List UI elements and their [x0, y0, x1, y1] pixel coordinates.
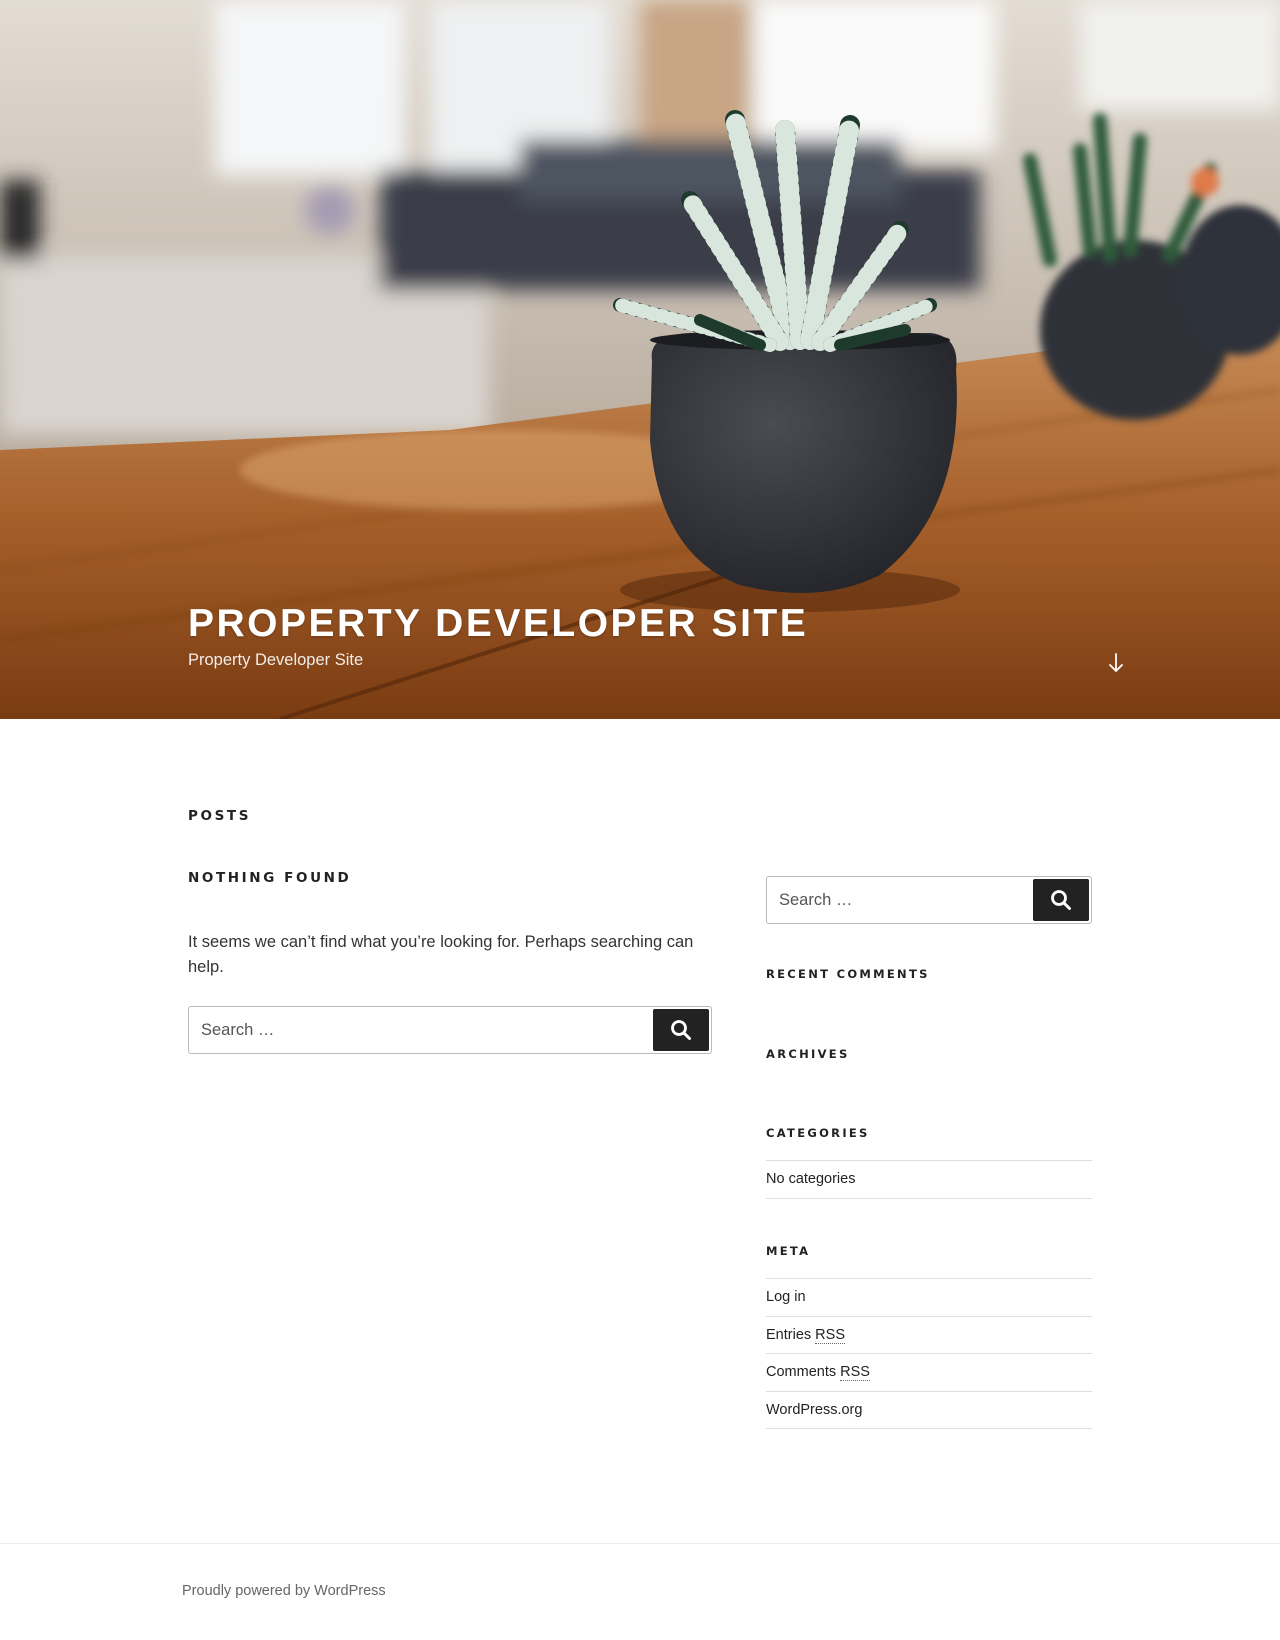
- comments-rss-link[interactable]: Comments RSS: [766, 1364, 870, 1381]
- categories-list: No categories: [766, 1160, 1092, 1199]
- widget-title-recent-comments: RECENT COMMENTS: [766, 967, 930, 981]
- site-header: PROPERTY DEVELOPER SITE Property Develop…: [0, 0, 1280, 719]
- meta-item-log-in: Log in: [766, 1279, 1092, 1317]
- footer-divider: [0, 1543, 1280, 1544]
- main-content: NOTHING FOUND It seems we can’t find wha…: [188, 870, 712, 1054]
- sidebar-search-form: [766, 876, 1092, 924]
- search-icon: [671, 1020, 691, 1040]
- sidebar-search-button[interactable]: [1033, 879, 1089, 921]
- entries-rss-prefix: Entries: [766, 1326, 816, 1343]
- main-search-form: [188, 1006, 712, 1054]
- no-results-message: It seems we can’t find what you’re looki…: [188, 933, 694, 976]
- search-icon: [1051, 890, 1071, 910]
- list-item: No categories: [766, 1161, 1092, 1199]
- entries-rss-link[interactable]: Entries RSS: [766, 1326, 845, 1344]
- widget-title-categories: CATEGORIES: [766, 1126, 870, 1140]
- widget-archives: ARCHIVES: [766, 1047, 850, 1061]
- entry-title: NOTHING FOUND: [188, 870, 352, 886]
- meta-list: Log in Entries RSS Comments RSS WordPres…: [766, 1278, 1092, 1429]
- wordpress-org-link[interactable]: WordPress.org: [766, 1402, 862, 1418]
- rss-abbr: RSS: [815, 1326, 845, 1344]
- widget-recent-comments: RECENT COMMENTS: [766, 967, 930, 981]
- meta-item-entries-rss: Entries RSS: [766, 1317, 1092, 1354]
- rss-abbr: RSS: [840, 1364, 870, 1381]
- page-title: POSTS: [188, 808, 252, 824]
- site-branding: PROPERTY DEVELOPER SITE Property Develop…: [188, 601, 808, 671]
- meta-item-comments-rss: Comments RSS: [766, 1354, 1092, 1392]
- site-footer: Proudly powered by WordPress: [182, 1583, 386, 1599]
- arrow-down-icon: [1109, 653, 1123, 672]
- widget-title-archives: ARCHIVES: [766, 1047, 850, 1061]
- main-search-button[interactable]: [653, 1009, 709, 1051]
- meta-item-wordpress-org: WordPress.org: [766, 1392, 1092, 1429]
- log-in-link[interactable]: Log in: [766, 1289, 806, 1305]
- comments-rss-prefix: Comments: [766, 1364, 841, 1380]
- main-search-input[interactable]: [188, 1006, 712, 1054]
- sidebar: RECENT COMMENTS ARCHIVES CATEGORIES No c…: [766, 876, 1092, 1429]
- widget-categories: CATEGORIES No categories: [766, 1126, 1092, 1199]
- powered-by-link[interactable]: Proudly powered by WordPress: [182, 1583, 386, 1599]
- widget-title-meta: META: [766, 1244, 811, 1258]
- site-title[interactable]: PROPERTY DEVELOPER SITE: [188, 601, 808, 647]
- widget-meta: META Log in Entries RSS Comments RSS Wor…: [766, 1244, 1092, 1429]
- scroll-down-link[interactable]: [1104, 650, 1128, 676]
- site-description: Property Developer Site: [188, 651, 364, 669]
- page-header: POSTS: [188, 808, 251, 824]
